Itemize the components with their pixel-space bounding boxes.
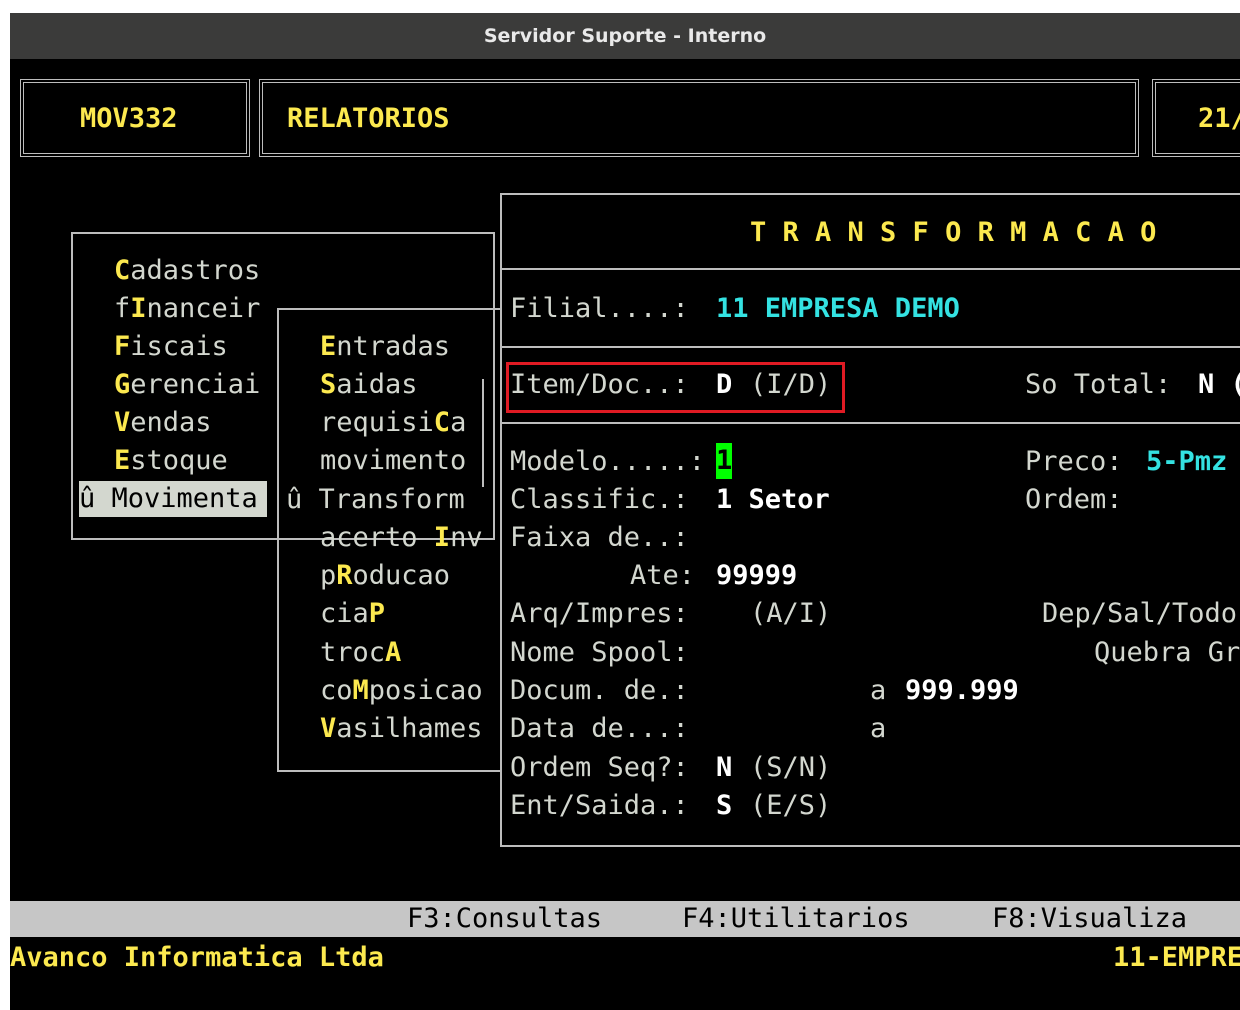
form-divider-title xyxy=(500,268,1240,270)
menu-item-fiscais[interactable]: Fiscais xyxy=(114,328,228,366)
dep-label: Dep/Sal/Todo xyxy=(1042,598,1238,629)
so-total-label: So Total: xyxy=(1025,369,1172,400)
spool-label: Nome Spool: xyxy=(510,637,689,668)
submenu-item-movimento[interactable]: movimento xyxy=(320,442,466,480)
ate-value[interactable]: 99999 xyxy=(716,557,797,595)
menu-item-movimenta[interactable]: û Movimenta xyxy=(79,481,267,517)
preco-label: Preco: xyxy=(1025,446,1123,477)
data-label: Data de...: xyxy=(510,713,689,744)
submenu-item-transform[interactable]: û Transform xyxy=(286,481,465,519)
ordem-seq-label: Ordem Seq?: xyxy=(510,752,689,783)
ate-label: Ate: xyxy=(630,560,696,591)
arq-label: Arq/Impres: xyxy=(510,598,689,629)
submenu-item-saidas[interactable]: Saidas xyxy=(320,366,418,404)
data-a: a xyxy=(870,713,887,744)
so-total-value[interactable]: N ( xyxy=(1198,366,1240,404)
submenu-item-requisica[interactable]: requisiCa xyxy=(320,404,466,442)
submenu-item-acerto-inv[interactable]: acerto Inv xyxy=(320,519,483,557)
submenu-item-ciap[interactable]: ciaP xyxy=(320,595,385,633)
classific-label: Classific.: xyxy=(510,484,689,515)
f3-consultas-key[interactable]: F3:Consultas xyxy=(407,900,602,938)
quebra-label: Quebra Gr xyxy=(1094,637,1240,668)
menu-item-cadastros[interactable]: Cadastros xyxy=(114,252,260,290)
company-name: Avanco Informatica Ltda xyxy=(10,942,384,973)
docum-a: a xyxy=(870,675,887,706)
ordem-seq-hint: (S/N) xyxy=(750,752,832,783)
section-title: RELATORIOS xyxy=(287,103,450,134)
modelo-value[interactable]: 1 xyxy=(716,443,733,479)
submenu-item-troca[interactable]: trocA xyxy=(320,634,401,672)
ent-saida-hint: (E/S) xyxy=(750,790,832,821)
menu-item-financeiro[interactable]: fInanceir xyxy=(114,290,260,328)
menu-item-estoque[interactable]: Estoque xyxy=(114,442,228,480)
ordem-seq-value[interactable]: N xyxy=(716,749,732,787)
preco-value[interactable]: 5-Pmz xyxy=(1146,443,1227,481)
item-doc-value[interactable]: D xyxy=(716,366,732,404)
docum-value[interactable]: 999.999 xyxy=(905,672,1019,710)
f4-utilitarios-key[interactable]: F4:Utilitarios xyxy=(682,900,910,938)
function-key-bar: F3:Consultas F4:Utilitarios F8:Visualiza xyxy=(10,901,1240,937)
ent-saida-label: Ent/Saida.: xyxy=(510,790,689,821)
submenu-item-composicao[interactable]: coMposicao xyxy=(320,672,483,710)
ent-saida-value[interactable]: S xyxy=(716,787,732,825)
arq-hint: (A/I) xyxy=(750,598,832,629)
connector-line xyxy=(482,379,484,487)
header-date: 21/ xyxy=(1198,103,1240,134)
f8-visualiza-key[interactable]: F8:Visualiza xyxy=(992,900,1187,938)
form-divider-filial xyxy=(500,346,1240,348)
filial-label: Filial....: xyxy=(510,293,689,324)
branch-name: 11-EMPRE xyxy=(1113,942,1240,973)
item-doc-hint: (I/D) xyxy=(750,369,832,400)
filial-value: 11 EMPRESA DEMO xyxy=(716,293,960,324)
submenu-item-vasilhames[interactable]: Vasilhames xyxy=(320,710,483,748)
ordem-label: Ordem: xyxy=(1025,484,1123,515)
form-title: T R A N S F O R M A C A O xyxy=(750,217,1157,248)
terminal[interactable]: MOV332 RELATORIOS 21/ Cadastros fInancei… xyxy=(10,59,1240,1010)
item-doc-label: Item/Doc..: xyxy=(510,369,689,400)
menu-item-vendas[interactable]: Vendas xyxy=(114,404,212,442)
submenu-item-producao[interactable]: pRoducao xyxy=(320,557,450,595)
form-divider-itemdoc xyxy=(500,422,1240,424)
docum-label: Docum. de.: xyxy=(510,675,689,706)
window-title: Servidor Suporte - Interno xyxy=(10,13,1240,59)
faixa-label: Faixa de..: xyxy=(510,522,689,553)
modelo-label: Modelo.....: xyxy=(510,446,706,477)
submenu-item-entradas[interactable]: Entradas xyxy=(320,328,450,366)
classific-value[interactable]: 1 Setor xyxy=(716,481,830,519)
program-code: MOV332 xyxy=(80,103,178,134)
menu-item-gerenciais[interactable]: Gerenciai xyxy=(114,366,260,404)
